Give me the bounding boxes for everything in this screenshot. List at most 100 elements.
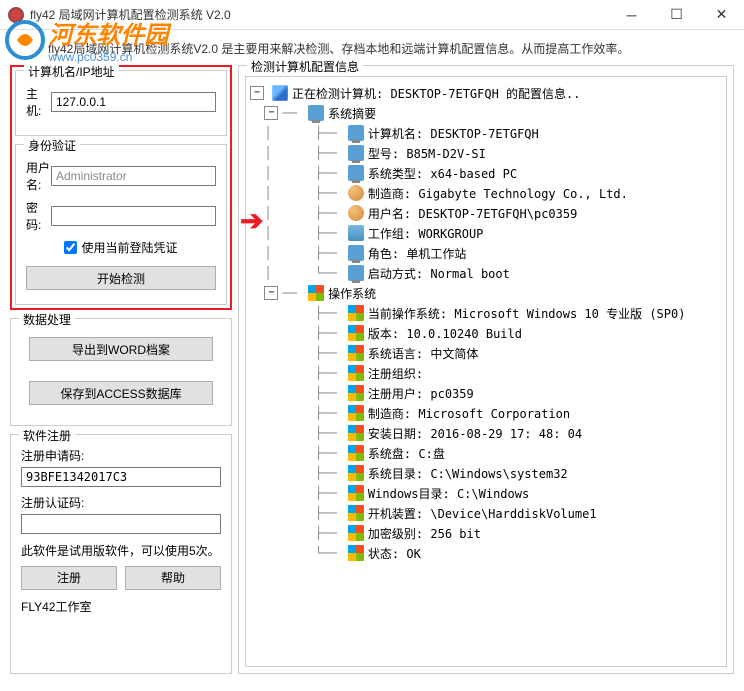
computer-section-title: 计算机名/IP地址	[24, 63, 119, 80]
item-text: 用户名: DESKTOP-7ETGFQH\pc0359	[368, 205, 577, 222]
tree-item[interactable]: ├── 加密级别: 256 bit	[250, 523, 722, 543]
item-text: 系统类型: x64-based PC	[368, 165, 517, 182]
tree-summary[interactable]: −── 系统摘要	[250, 103, 722, 123]
data-section: 数据处理 导出到WORD档案 保存到ACCESS数据库	[10, 318, 232, 426]
start-detect-button[interactable]: 开始检测	[26, 266, 216, 290]
tree-item[interactable]: ├── 注册组织:	[250, 363, 722, 383]
monitor-icon	[348, 265, 364, 281]
collapse-icon[interactable]: −	[250, 86, 264, 100]
item-text: 版本: 10.0.10240 Build	[368, 325, 522, 342]
item-text: 安装日期: 2016-08-29 17: 48: 04	[368, 425, 582, 442]
register-section-title: 软件注册	[19, 427, 75, 444]
close-button[interactable]: ✕	[699, 0, 744, 30]
register-section: 软件注册 注册申请码: 注册认证码: 此软件是试用版软件，可以使用5次。 注册 …	[10, 434, 232, 674]
windows-icon	[308, 285, 324, 301]
tree-item[interactable]: ├── 系统目录: C:\Windows\system32	[250, 463, 722, 483]
item-text: 制造商: Gigabyte Technology Co., Ltd.	[368, 185, 628, 202]
help-button[interactable]: 帮助	[125, 566, 221, 590]
windows-icon	[348, 485, 364, 501]
auth-code-input[interactable]	[21, 514, 221, 534]
tree-item[interactable]: ├── 注册用户: pc0359	[250, 383, 722, 403]
tree-item[interactable]: │ ├── 用户名: DESKTOP-7ETGFQH\pc0359	[250, 203, 722, 223]
host-input[interactable]	[51, 92, 216, 112]
register-button[interactable]: 注册	[21, 566, 117, 590]
results-tree[interactable]: −正在检测计算机: DESKTOP-7ETGFQH 的配置信息.. −── 系统…	[245, 76, 727, 667]
windows-icon	[348, 445, 364, 461]
save-access-button[interactable]: 保存到ACCESS数据库	[29, 381, 213, 405]
item-text: Windows目录: C:\Windows	[368, 485, 529, 502]
monitor-icon	[348, 125, 364, 141]
item-text: 系统盘: C:盘	[368, 445, 445, 462]
app-icon	[8, 7, 24, 23]
password-input[interactable]	[51, 206, 216, 226]
item-text: 状态: OK	[368, 545, 421, 562]
collapse-icon[interactable]: −	[264, 106, 278, 120]
windows-icon	[348, 365, 364, 381]
item-text: 计算机名: DESKTOP-7ETGFQH	[368, 125, 539, 142]
item-text: 加密级别: 256 bit	[368, 525, 481, 542]
username-label: 用户名:	[26, 159, 51, 193]
tree-item[interactable]: ├── 制造商: Microsoft Corporation	[250, 403, 722, 423]
windows-icon	[348, 545, 364, 561]
tree-root[interactable]: − 正在检测计算机: DESKTOP-7ETGFQH 的配置信息..	[250, 83, 722, 103]
tree-os[interactable]: −── 操作系统	[250, 283, 722, 303]
windows-icon	[348, 505, 364, 521]
item-text: 当前操作系统: Microsoft Windows 10 专业版 (SP0)	[368, 305, 686, 322]
tree-item[interactable]: │ ├── 角色: 单机工作站	[250, 243, 722, 263]
windows-icon	[348, 325, 364, 341]
titlebar: fly42 局域网计算机配置检测系统 V2.0 ─ ☐ ✕	[0, 0, 744, 30]
results-section: 检测计算机配置信息 −正在检测计算机: DESKTOP-7ETGFQH 的配置信…	[238, 65, 734, 674]
tree-item[interactable]: │ ├── 工作组: WORKGROUP	[250, 223, 722, 243]
auth-section: 身份验证 用户名: 密码: 使用当前登陆凭证 开始检测	[15, 144, 227, 305]
auth-code-label: 注册认证码:	[21, 494, 221, 511]
results-title: 检测计算机配置信息	[247, 58, 363, 75]
apply-code-label: 注册申请码:	[21, 447, 221, 464]
item-text: 工作组: WORKGROUP	[368, 225, 483, 242]
tree-item[interactable]: │ ├── 型号: B85M-D2V-SI	[250, 143, 722, 163]
computer-section: 计算机名/IP地址 主机:	[15, 70, 227, 136]
windows-icon	[348, 385, 364, 401]
username-input[interactable]	[51, 166, 216, 186]
minimize-button[interactable]: ─	[609, 0, 654, 30]
tree-item[interactable]: ├── 版本: 10.0.10240 Build	[250, 323, 722, 343]
monitor-icon	[348, 165, 364, 181]
apply-code-input[interactable]	[21, 467, 221, 487]
item-text: 系统目录: C:\Windows\system32	[368, 465, 568, 482]
group-icon	[348, 225, 364, 241]
tree-item[interactable]: ├── 系统语言: 中文简体	[250, 343, 722, 363]
summary-label: 系统摘要	[328, 105, 376, 122]
data-section-title: 数据处理	[19, 311, 75, 328]
monitor-icon	[308, 105, 324, 121]
tree-item[interactable]: │ ├── 系统类型: x64-based PC	[250, 163, 722, 183]
monitor-icon	[348, 145, 364, 161]
export-word-button[interactable]: 导出到WORD档案	[29, 337, 213, 361]
use-current-label: 使用当前登陆凭证	[81, 239, 177, 256]
item-text: 启动方式: Normal boot	[368, 265, 510, 282]
windows-icon	[348, 465, 364, 481]
tree-item[interactable]: ├── Windows目录: C:\Windows	[250, 483, 722, 503]
monitor-icon	[348, 245, 364, 261]
use-current-checkbox[interactable]	[64, 241, 77, 254]
trial-note: 此软件是试用版软件，可以使用5次。	[21, 543, 221, 560]
windows-icon	[348, 525, 364, 541]
collapse-icon[interactable]: −	[264, 286, 278, 300]
tree-item[interactable]: │ ├── 计算机名: DESKTOP-7ETGFQH	[250, 123, 722, 143]
maximize-button[interactable]: ☐	[654, 0, 699, 30]
users-icon	[348, 205, 364, 221]
tree-root-text: 正在检测计算机: DESKTOP-7ETGFQH 的配置信息..	[292, 85, 581, 102]
users-icon	[348, 185, 364, 201]
tree-item[interactable]: ├── 安装日期: 2016-08-29 17: 48: 04	[250, 423, 722, 443]
tree-item[interactable]: ├── 开机装置: \Device\HarddiskVolume1	[250, 503, 722, 523]
password-label: 密码:	[26, 199, 51, 233]
app-description: fly42局域网计算机检测系统V2.0 是主要用来解决检测、存档本地和远端计算机…	[0, 30, 744, 65]
host-label: 主机:	[26, 85, 51, 119]
windows-icon	[348, 405, 364, 421]
tree-item[interactable]: ├── 系统盘: C:盘	[250, 443, 722, 463]
tree-item[interactable]: │ ├── 制造商: Gigabyte Technology Co., Ltd.	[250, 183, 722, 203]
tree-item[interactable]: ├── 当前操作系统: Microsoft Windows 10 专业版 (SP…	[250, 303, 722, 323]
item-text: 角色: 单机工作站	[368, 245, 466, 262]
os-label: 操作系统	[328, 285, 376, 302]
tree-item[interactable]: │ └── 启动方式: Normal boot	[250, 263, 722, 283]
tree-item[interactable]: └── 状态: OK	[250, 543, 722, 563]
windows-icon	[348, 305, 364, 321]
